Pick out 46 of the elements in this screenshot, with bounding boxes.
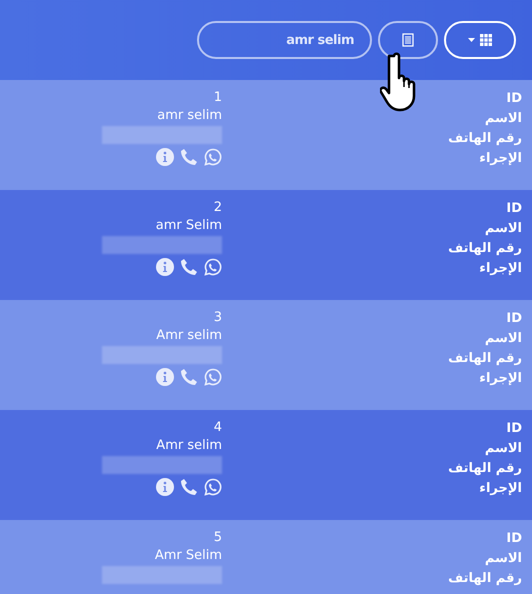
field-label: رقم الهاتف <box>448 350 522 368</box>
whatsapp-icon[interactable] <box>204 148 222 166</box>
field-label: الاسم <box>484 550 522 568</box>
field-label: الإجراء <box>479 260 522 278</box>
phone-icon[interactable] <box>180 478 198 496</box>
info-icon[interactable] <box>156 368 174 386</box>
whatsapp-icon[interactable] <box>204 258 222 276</box>
id-value: 5 <box>214 530 222 545</box>
field-label: رقم الهاتف <box>448 240 522 258</box>
phone-icon[interactable] <box>180 368 198 386</box>
whatsapp-icon[interactable] <box>204 478 222 496</box>
field-label: ID <box>506 90 522 108</box>
field-label: الإجراء <box>479 480 522 498</box>
id-value: 2 <box>214 200 222 215</box>
field-label: الاسم <box>484 110 522 128</box>
phone-icon[interactable] <box>180 148 198 166</box>
info-icon[interactable] <box>156 478 174 496</box>
id-value: 1 <box>214 90 222 105</box>
field-label: الإجراء <box>479 370 522 388</box>
field-label: ID <box>506 420 522 438</box>
field-label: ID <box>506 310 522 328</box>
info-icon[interactable] <box>156 258 174 276</box>
search-field[interactable]: amr selim <box>197 21 372 59</box>
id-value: 3 <box>214 310 222 325</box>
field-label: الاسم <box>484 220 522 238</box>
caret-icon <box>468 38 474 42</box>
name-value: Amr selim <box>156 328 222 343</box>
list-icon <box>401 33 415 47</box>
id-value: 4 <box>214 420 222 435</box>
name-value: amr selim <box>157 108 222 123</box>
grid-view-dropdown[interactable] <box>444 21 516 59</box>
field-label: ID <box>506 530 522 548</box>
field-label: رقم الهاتف <box>448 130 522 148</box>
field-label: ID <box>506 200 522 218</box>
whatsapp-icon[interactable] <box>204 368 222 386</box>
phone-icon[interactable] <box>180 258 198 276</box>
grid-icon <box>478 33 492 47</box>
field-label: الإجراء <box>479 150 522 168</box>
name-value: Amr Selim <box>154 548 222 563</box>
field-label: رقم الهاتف <box>448 570 522 588</box>
name-value: amr Selim <box>156 218 222 233</box>
info-icon[interactable] <box>156 148 174 166</box>
name-value: Amr selim <box>156 438 222 453</box>
field-label: رقم الهاتف <box>448 460 522 478</box>
field-label: الاسم <box>484 440 522 458</box>
field-label: الاسم <box>484 330 522 348</box>
